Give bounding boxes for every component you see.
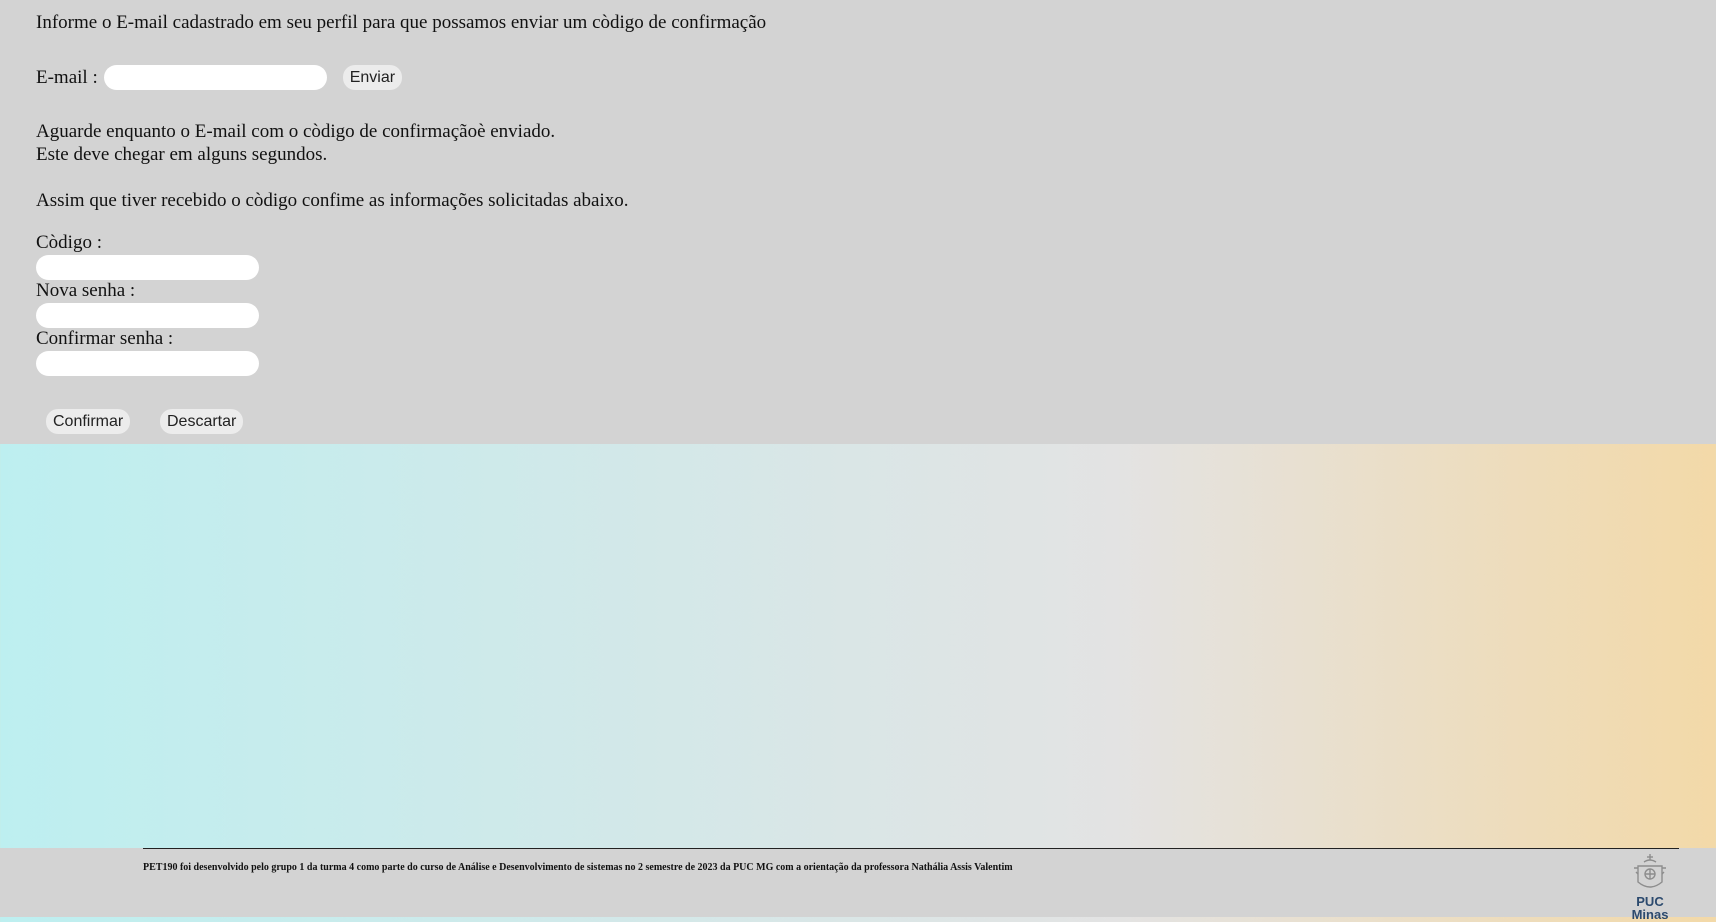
footer: PET190 foi desenvolvido pelo grupo 1 da … [0, 848, 1716, 917]
send-button[interactable]: Enviar [342, 65, 403, 90]
email-input[interactable] [103, 65, 327, 90]
confirm-button[interactable]: Confirmar [46, 409, 131, 434]
footer-credits: PET190 foi desenvolvido pelo grupo 1 da … [143, 862, 1013, 873]
discard-button[interactable]: Descartar [160, 409, 244, 434]
footer-divider [143, 848, 1679, 849]
confirm-password-input[interactable] [36, 351, 259, 376]
email-row: E-mail : Enviar [36, 65, 403, 90]
puc-minas-logo: PUC Minas [1618, 852, 1682, 921]
intro-text: Informe o E-mail cadastrado em seu perfi… [36, 12, 767, 33]
logo-text: PUC Minas [1631, 894, 1669, 922]
instructions-text: Assim que tiver recebido o còdigo confim… [36, 190, 629, 211]
new-password-label: Nova senha : [36, 280, 136, 301]
code-label: Còdigo : [36, 232, 102, 253]
recovery-panel: Informe o E-mail cadastrado em seu perfi… [0, 0, 1716, 444]
wait-line-2: Este deve chegar em alguns segundos. [36, 144, 328, 165]
code-input[interactable] [36, 255, 259, 280]
wait-line-1: Aguarde enquanto o E-mail com o còdigo d… [36, 121, 556, 142]
new-password-input[interactable] [36, 303, 259, 328]
confirm-password-label: Confirmar senha : [36, 328, 174, 349]
puc-minas-crest-icon [1634, 854, 1666, 888]
wait-message: Aguarde enquanto o E-mail com o còdigo d… [36, 120, 555, 166]
email-label: E-mail : [36, 66, 98, 88]
